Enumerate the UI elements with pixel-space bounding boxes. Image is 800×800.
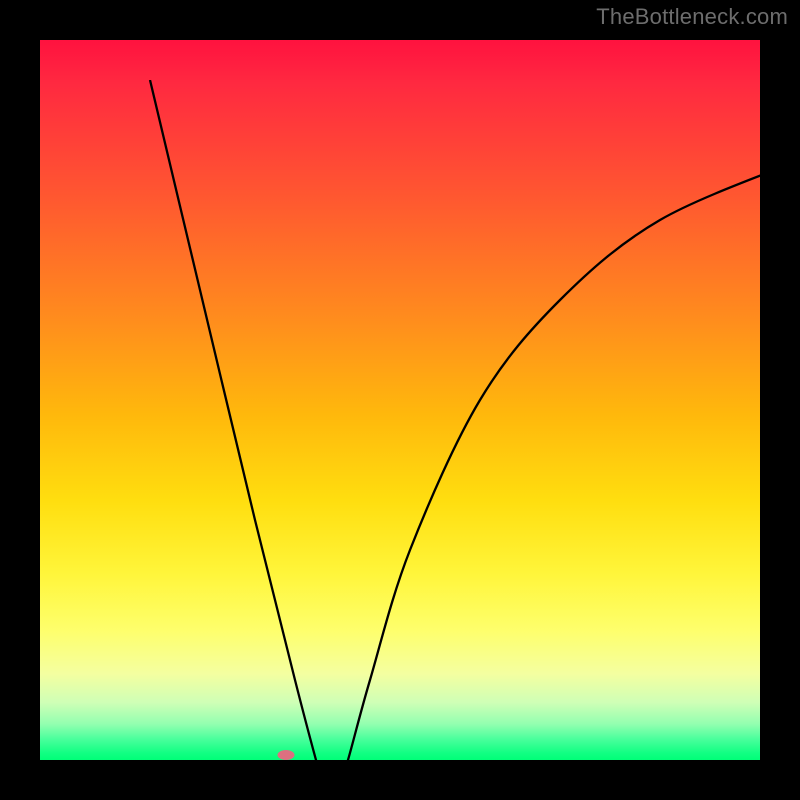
plot-area (40, 40, 760, 760)
watermark-text: TheBottleneck.com (596, 4, 788, 30)
bottleneck-curve (80, 80, 800, 800)
chart-frame: TheBottleneck.com (0, 0, 800, 800)
optimum-marker (278, 750, 295, 760)
